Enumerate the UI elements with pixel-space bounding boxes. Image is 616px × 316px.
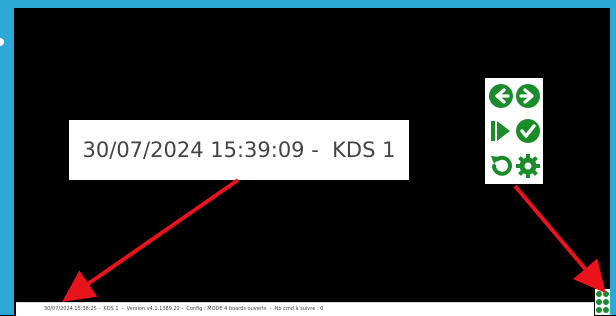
status-bar: 30/07/2024 15:38:25 - KDS 1 - Version v4… [16,302,594,316]
window-frame-top [0,0,616,8]
arrow-right-icon[interactable] [515,83,541,109]
mini-arrow-left-icon[interactable] [596,291,602,297]
mini-gear-icon[interactable] [603,307,609,313]
check-circle-icon[interactable] [515,118,541,144]
skip-to-end-icon[interactable] [488,118,514,144]
window-frame-right [610,0,616,315]
status-bar-text: 30/07/2024 15:38:25 - KDS 1 - Version v4… [44,306,324,312]
arrow-left-icon[interactable] [488,83,514,109]
gear-icon[interactable] [515,153,541,179]
mini-control-icons[interactable] [595,289,610,315]
window-frame-left [0,0,14,315]
callout-text: 30/07/2024 15:39:09 - KDS 1 [82,138,396,162]
mini-check-icon[interactable] [603,299,609,305]
zoomed-header-callout: 30/07/2024 15:39:09 - KDS 1 [69,120,409,180]
control-icon-panel [485,78,543,184]
mini-undo-icon[interactable] [596,307,602,313]
undo-icon[interactable] [488,153,514,179]
mini-arrow-right-icon[interactable] [603,291,609,297]
mini-skip-icon[interactable] [596,299,602,305]
